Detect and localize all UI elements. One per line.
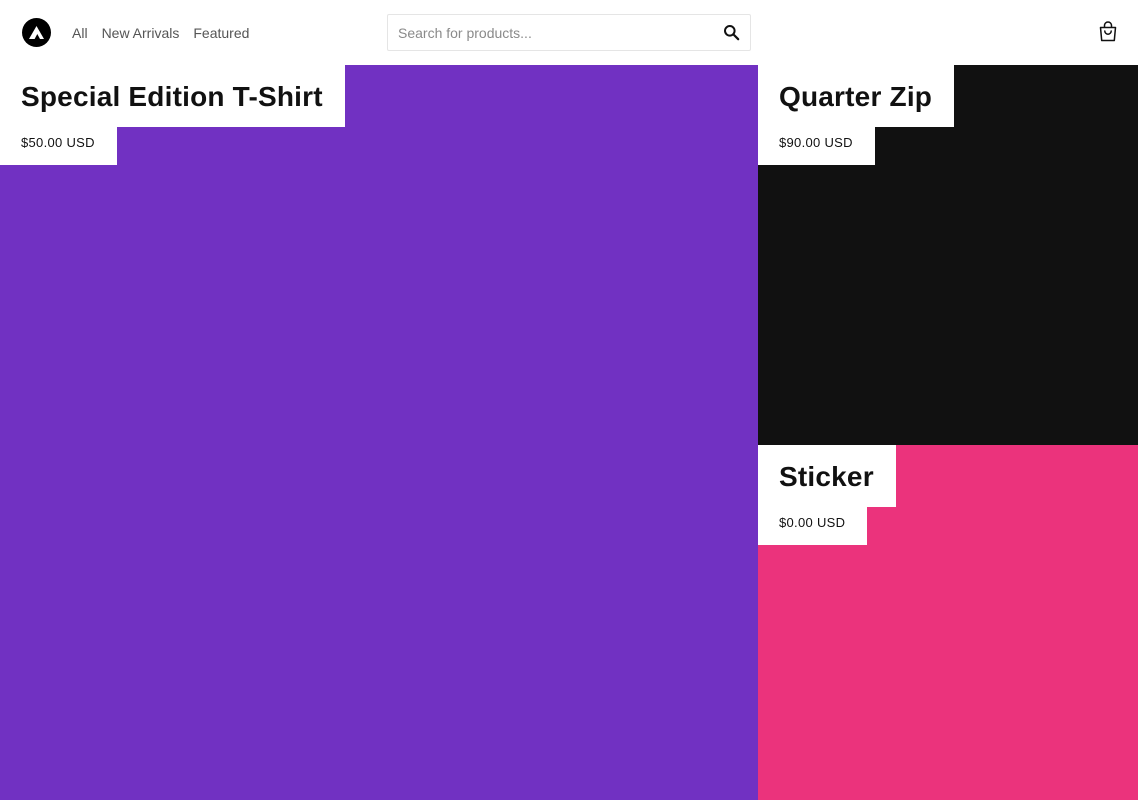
product-card-special-edition-tshirt[interactable]: Special Edition T-Shirt $50.00 USD xyxy=(0,65,758,800)
product-price: $50.00 USD xyxy=(0,127,117,165)
product-card-quarter-zip[interactable]: Quarter Zip $90.00 USD xyxy=(758,65,1138,445)
shopping-bag-icon[interactable] xyxy=(1097,21,1119,43)
nav-link-new-arrivals[interactable]: New Arrivals xyxy=(102,25,180,41)
product-price: $90.00 USD xyxy=(758,127,875,165)
store-logo-icon[interactable] xyxy=(22,18,51,47)
search-icon[interactable] xyxy=(723,24,740,41)
product-title: Quarter Zip xyxy=(758,65,955,127)
product-card-sticker[interactable]: Sticker $0.00 USD xyxy=(758,445,1138,800)
site-header: All New Arrivals Featured xyxy=(0,0,1138,65)
product-title: Special Edition T-Shirt xyxy=(0,65,345,127)
search-bar xyxy=(387,14,751,51)
search-input[interactable] xyxy=(388,15,718,50)
product-price: $0.00 USD xyxy=(758,507,868,545)
nav-link-all[interactable]: All xyxy=(72,25,88,41)
nav-link-featured[interactable]: Featured xyxy=(193,25,249,41)
product-title: Sticker xyxy=(758,445,896,507)
main-nav: All New Arrivals Featured xyxy=(72,0,249,65)
